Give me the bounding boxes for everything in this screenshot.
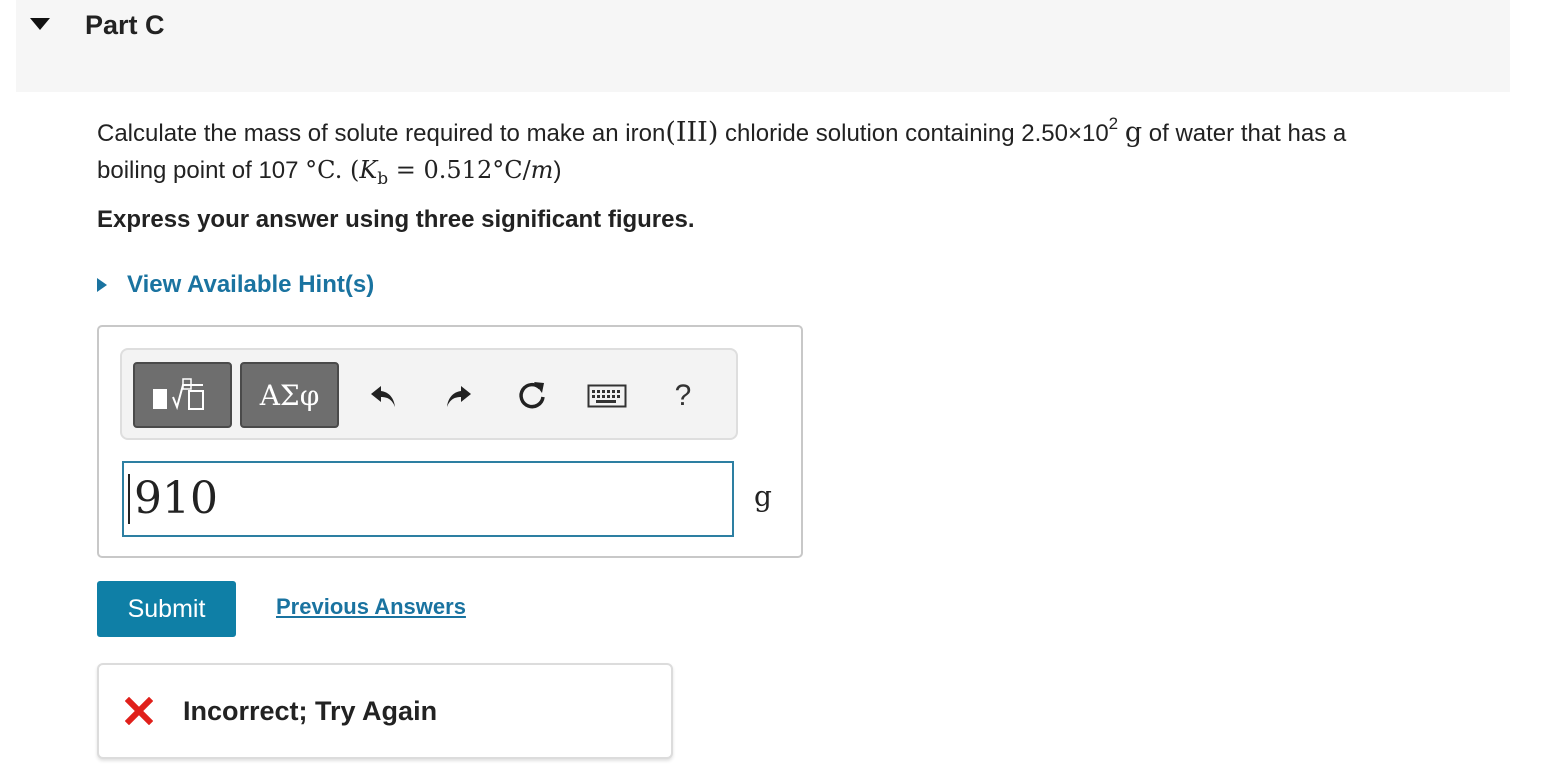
- answer-input[interactable]: 910: [122, 461, 734, 537]
- redo-icon: [447, 386, 471, 407]
- greek-symbols-button[interactable]: ΑΣφ: [240, 362, 339, 428]
- greek-label: ΑΣφ: [259, 378, 320, 412]
- answer-value[interactable]: 910: [128, 474, 218, 524]
- undo-button[interactable]: [365, 376, 401, 416]
- feedback-text: Incorrect; Try Again: [183, 695, 438, 726]
- answer-unit: g: [754, 480, 772, 513]
- part-header: [16, 0, 1510, 92]
- reset-icon: [519, 382, 545, 409]
- templates-button[interactable]: [133, 362, 232, 428]
- keyboard-button[interactable]: [585, 376, 629, 416]
- question-text: Calculate the mass of solute required to…: [97, 114, 1347, 189]
- keyboard-icon: [587, 384, 627, 408]
- submit-button[interactable]: Submit: [97, 581, 236, 637]
- expand-triangle-icon: [97, 278, 107, 292]
- view-hints-label: View Available Hint(s): [127, 271, 375, 298]
- collapse-triangle-icon[interactable]: [26, 14, 68, 36]
- undo-icon: [371, 386, 395, 407]
- part-title: Part C: [85, 10, 165, 40]
- templates-icon: [152, 378, 204, 411]
- feedback-box: Incorrect; Try Again: [97, 663, 673, 759]
- help-label: ?: [674, 379, 692, 412]
- reset-button[interactable]: [514, 376, 550, 416]
- redo-button[interactable]: [441, 376, 477, 416]
- previous-answers-link[interactable]: Previous Answers: [276, 594, 466, 620]
- incorrect-x-icon: [125, 697, 153, 725]
- instruction-text: Express your answer using three signific…: [97, 206, 695, 233]
- view-hints-link[interactable]: View Available Hint(s): [95, 268, 374, 302]
- help-button[interactable]: ?: [665, 376, 701, 416]
